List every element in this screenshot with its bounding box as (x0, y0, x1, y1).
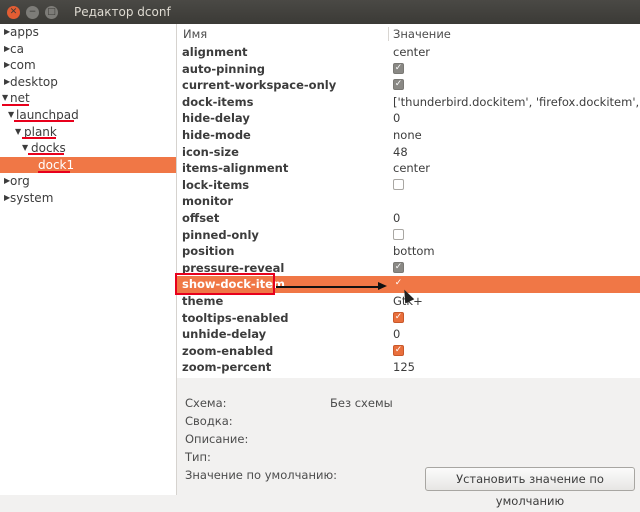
key-value[interactable]: bottom (393, 243, 435, 260)
window-title: Редактор dconf (74, 5, 171, 19)
schema-label: Схема: (185, 396, 227, 410)
key-name: alignment (182, 45, 248, 59)
key-name: unhide-delay (182, 327, 267, 342)
tree-item-label: ca (10, 41, 24, 56)
schema-value: Без схемы (330, 396, 393, 410)
table-row[interactable]: zoom-percent 125 (177, 359, 640, 376)
key-value[interactable]: 0 (393, 110, 400, 127)
value-checkbox[interactable]: ✓ (393, 344, 404, 356)
annotation-underline (28, 153, 64, 155)
key-name: pinned-only (182, 227, 259, 242)
key-name: auto-pinning (182, 61, 266, 76)
tree-item-dock1[interactable]: dock1 (0, 156, 176, 174)
tree-item-ca[interactable]: ▶ ca (0, 41, 176, 58)
table-row[interactable]: hide-mode none (177, 127, 640, 144)
column-separator[interactable] (388, 27, 389, 41)
annotation-underline (38, 171, 70, 173)
type-label: Тип: (185, 450, 211, 464)
annotation-underline (2, 104, 29, 106)
details-panel: Схема: Без схемы Сводка: Описание: Тип: … (177, 378, 640, 508)
summary-label: Сводка: (185, 414, 233, 428)
key-name: monitor (182, 194, 234, 209)
table-row[interactable]: pinned-only (177, 227, 640, 244)
key-name: zoom-enabled (182, 343, 274, 358)
set-default-button[interactable]: Установить значение по умолчанию (425, 467, 635, 508)
table-row[interactable]: monitor (177, 193, 640, 210)
key-name: zoom-percent (182, 360, 272, 375)
key-name: hide-mode (182, 128, 251, 142)
table-row[interactable]: icon-size 48 (177, 144, 640, 161)
table-row[interactable]: lock-items (177, 177, 640, 194)
tree-item-docks[interactable]: ▼ docks (0, 140, 176, 157)
key-name: offset (182, 211, 220, 225)
key-name: current-workspace-only (182, 78, 337, 93)
tree-item-com[interactable]: ▶ com (0, 57, 176, 74)
table-row[interactable]: tooltips-enabled ✓ (177, 310, 640, 327)
value-checkbox[interactable] (393, 228, 404, 240)
key-value[interactable]: ['thunderbird.dockitem', 'firefox.dockit… (393, 94, 640, 111)
key-value[interactable]: 125 (393, 359, 415, 376)
annotation-underline (22, 137, 56, 139)
tree-item-system[interactable]: ▶ system (0, 190, 176, 207)
tree-item-desktop[interactable]: ▶ desktop (0, 74, 176, 91)
keys-table: alignment center auto-pinning ✓ current-… (177, 44, 640, 378)
value-checkbox[interactable]: ✓ (393, 261, 404, 273)
maximize-icon[interactable]: □ (45, 5, 58, 19)
table-row[interactable]: hide-delay 0 (177, 110, 640, 127)
description-label: Описание: (185, 432, 249, 446)
key-name: hide-delay (182, 111, 250, 126)
tree-item-label: apps (10, 25, 39, 39)
annotation-underline (14, 120, 74, 122)
tree-item-org[interactable]: ▶ org (0, 173, 176, 190)
tree-item-label: desktop (10, 74, 58, 89)
value-checkbox[interactable]: ✓ (393, 62, 404, 74)
schema-tree: ▶ apps ▶ ca ▶ com ▶ desktop ▼ net ▼ laun… (0, 24, 177, 495)
key-value[interactable]: center (393, 160, 430, 177)
key-name: theme (182, 294, 224, 308)
table-row[interactable]: position bottom (177, 243, 640, 260)
key-value[interactable]: 0 (393, 326, 400, 343)
value-checkbox[interactable] (393, 178, 404, 190)
tree-item-label: com (10, 58, 36, 73)
table-row[interactable]: unhide-delay 0 (177, 326, 640, 343)
key-name: tooltips-enabled (182, 310, 289, 325)
key-name: position (182, 244, 235, 259)
key-name: icon-size (182, 144, 239, 159)
key-name: lock-items (182, 177, 250, 192)
tree-item-label: system (10, 191, 54, 205)
column-header-value[interactable]: Значение (393, 24, 451, 44)
close-icon[interactable]: ✕ (7, 5, 20, 19)
tree-item-apps[interactable]: ▶ apps (0, 24, 176, 41)
key-name: dock-items (182, 94, 254, 109)
value-checkbox[interactable]: ✓ (393, 311, 404, 323)
key-value[interactable]: center (393, 44, 430, 61)
minimize-icon[interactable]: − (26, 5, 39, 19)
value-checkbox[interactable]: ✓ (393, 79, 404, 91)
table-header: Имя Значение (177, 24, 640, 45)
annotation-arrow (276, 286, 380, 288)
default-value-label: Значение по умолчанию: (185, 468, 337, 482)
table-row[interactable]: auto-pinning ✓ (177, 61, 640, 78)
annotation-highlight-box (175, 273, 275, 295)
value-checkbox[interactable]: ✓ (393, 278, 404, 289)
table-row[interactable]: dock-items ['thunderbird.dockitem', 'fir… (177, 94, 640, 111)
tree-item-label: org (10, 174, 30, 189)
title-bar: ✕ − □ Редактор dconf (0, 0, 640, 24)
table-row[interactable]: current-workspace-only ✓ (177, 77, 640, 94)
column-header-name[interactable]: Имя (183, 24, 207, 44)
table-row[interactable]: alignment center (177, 44, 640, 61)
key-value[interactable]: 48 (393, 144, 408, 161)
key-name: items-alignment (182, 161, 289, 176)
table-row[interactable]: zoom-enabled ✓ (177, 343, 640, 360)
table-row[interactable]: offset 0 (177, 210, 640, 227)
annotation-arrowhead (378, 282, 387, 290)
table-row[interactable]: items-alignment center (177, 160, 640, 177)
key-value[interactable]: 0 (393, 210, 400, 227)
chevron-down-icon[interactable]: ▼ (15, 124, 21, 140)
key-value[interactable]: none (393, 127, 422, 144)
